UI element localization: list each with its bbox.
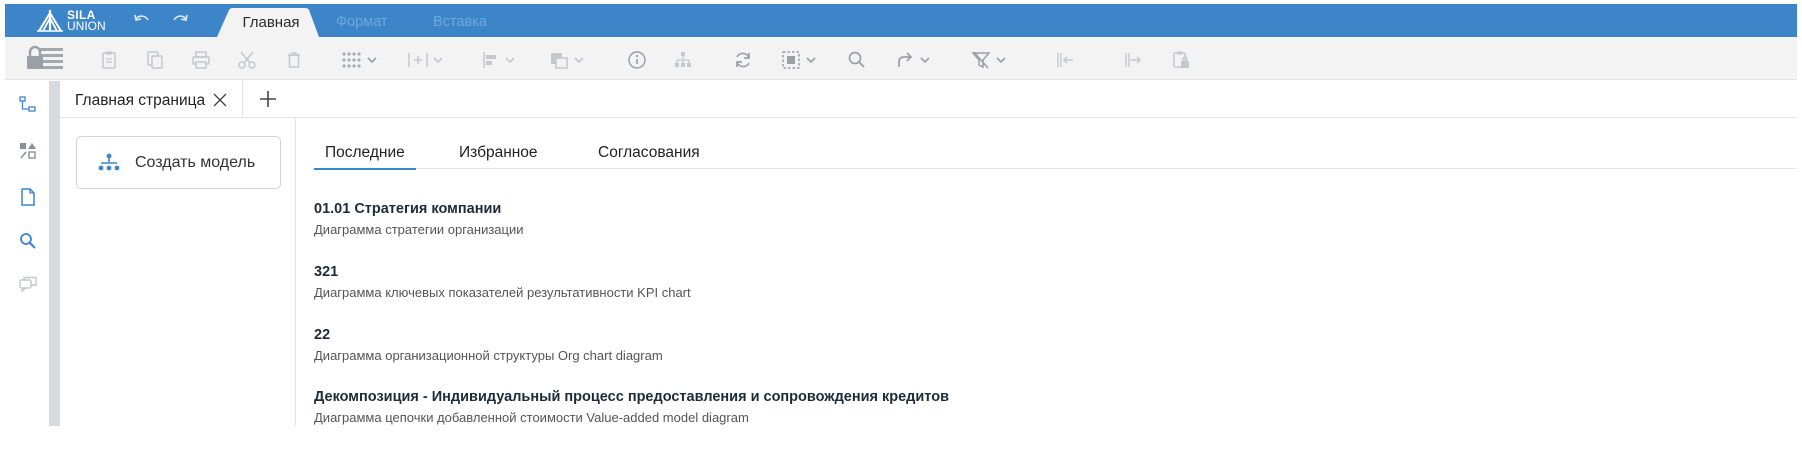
ribbon-tab-main-label: Главная <box>242 14 300 31</box>
content-tabs: Последние Избранное Согласования <box>314 140 1797 170</box>
hierarchy-icon <box>675 52 691 67</box>
chat-icon <box>19 276 37 293</box>
lock-layers-icon <box>27 45 63 69</box>
search-icon <box>848 51 865 68</box>
copy-icon <box>147 51 163 69</box>
grid-dots-icon <box>342 52 377 68</box>
ribbon-toolbar <box>5 37 1797 80</box>
clipboard-lock-icon <box>1173 51 1189 68</box>
select-dropdown[interactable] <box>781 50 821 70</box>
redirect-icon <box>898 52 930 67</box>
refresh-icon <box>736 52 750 68</box>
document-icon <box>21 188 35 206</box>
print-button[interactable] <box>191 50 211 70</box>
cut-icon <box>238 51 256 69</box>
tab-recent[interactable]: Последние <box>314 140 416 170</box>
redo-button[interactable] <box>171 13 189 29</box>
search-icon <box>20 233 36 249</box>
sidebar-comments[interactable] <box>18 274 38 294</box>
delete-button[interactable] <box>284 50 304 70</box>
sidebar-documents[interactable] <box>18 187 38 207</box>
home-content: Последние Избранное Согласования 01.01 С… <box>296 118 1797 426</box>
sidebar-shapes[interactable] <box>18 141 38 161</box>
clipboard-icon <box>102 51 116 69</box>
sidebar-search[interactable] <box>18 231 38 251</box>
sidebar-splitter[interactable] <box>49 81 60 426</box>
tree-icon <box>19 96 36 112</box>
ribbon-tab-format[interactable]: Формат <box>336 14 388 30</box>
copy-button[interactable] <box>145 50 165 70</box>
logo-line2: UNION <box>67 18 106 33</box>
info-icon <box>628 51 646 69</box>
list-item[interactable]: Декомпозиция - Индивидуальный процесс пр… <box>314 389 949 425</box>
search-button[interactable] <box>847 50 867 70</box>
tab-favorites[interactable]: Избранное <box>459 140 538 169</box>
arrange-icon <box>551 53 584 69</box>
align-left-icon <box>483 52 515 68</box>
clipboard-lock-button[interactable] <box>1171 50 1191 70</box>
expand-right-button[interactable] <box>1123 50 1143 70</box>
sidebar-model-tree[interactable] <box>18 95 38 115</box>
hierarchy-button[interactable] <box>673 50 693 70</box>
ribbon-tab-insert[interactable]: Вставка <box>433 14 487 30</box>
redo-icon <box>173 14 188 21</box>
document-tab-strip: Главная страница <box>60 81 1797 118</box>
create-model-label: Создать модель <box>135 154 256 171</box>
plus-icon <box>260 91 276 107</box>
list-item[interactable]: 321 Диаграмма ключевых показателей резул… <box>314 264 691 300</box>
home-left-panel: Создать модель <box>60 118 296 426</box>
arrange-dropdown[interactable] <box>549 50 589 70</box>
shapes-icon <box>20 143 36 159</box>
info-button[interactable] <box>627 50 647 70</box>
print-icon <box>192 51 210 69</box>
insert-column-icon <box>408 53 443 67</box>
list-item-description: Диаграмма стратегии организации <box>314 222 524 237</box>
cut-button[interactable] <box>237 50 257 70</box>
undo-button[interactable] <box>133 13 151 29</box>
list-item-title[interactable]: Декомпозиция - Индивидуальный процесс пр… <box>314 389 949 405</box>
list-item-description: Диаграмма организационной структуры Org … <box>314 348 663 363</box>
expand-right-icon <box>1125 53 1142 67</box>
model-hierarchy-icon <box>98 153 120 171</box>
grid-dots-dropdown[interactable] <box>341 50 381 70</box>
refresh-button[interactable] <box>733 50 753 70</box>
filter-clear-icon <box>971 51 1006 69</box>
close-icon <box>213 93 227 107</box>
list-item[interactable]: 22 Диаграмма организационной структуры O… <box>314 327 663 363</box>
redirect-dropdown[interactable] <box>895 50 935 70</box>
list-item-description: Диаграмма ключевых показателей результат… <box>314 285 691 300</box>
sila-logo-icon <box>37 9 63 32</box>
lock-layers-button[interactable] <box>25 44 65 72</box>
undo-icon <box>134 14 149 21</box>
list-item-description: Диаграмма цепочки добавленной стоимости … <box>314 410 749 425</box>
paste-button[interactable] <box>99 50 119 70</box>
select-icon <box>782 51 816 69</box>
collapse-left-button[interactable] <box>1055 50 1075 70</box>
ribbon-tab-main[interactable]: Главная <box>217 8 319 37</box>
tab-approvals[interactable]: Согласования <box>598 140 700 169</box>
add-tab-button[interactable] <box>258 89 278 109</box>
delete-icon <box>288 52 300 68</box>
align-dropdown[interactable] <box>481 50 521 70</box>
insert-column-dropdown[interactable] <box>407 50 447 70</box>
list-item-title[interactable]: 22 <box>314 327 663 343</box>
left-sidebar <box>5 81 49 426</box>
collapse-left-icon <box>1057 53 1073 67</box>
close-tab-button[interactable] <box>213 93 227 107</box>
top-bar: SILA UNION Главная Формат Вставка <box>5 4 1797 37</box>
list-item-title[interactable]: 01.01 Стратегия компании <box>314 201 524 217</box>
list-item[interactable]: 01.01 Стратегия компании Диаграмма страт… <box>314 201 524 237</box>
app-logo: SILA UNION <box>35 7 106 34</box>
document-tab-label: Главная страница <box>75 92 206 109</box>
create-model-button[interactable]: Создать модель <box>76 136 281 189</box>
list-item-title[interactable]: 321 <box>314 264 691 280</box>
filter-clear-dropdown[interactable] <box>971 50 1011 70</box>
document-tab-home[interactable]: Главная страница <box>60 81 243 118</box>
